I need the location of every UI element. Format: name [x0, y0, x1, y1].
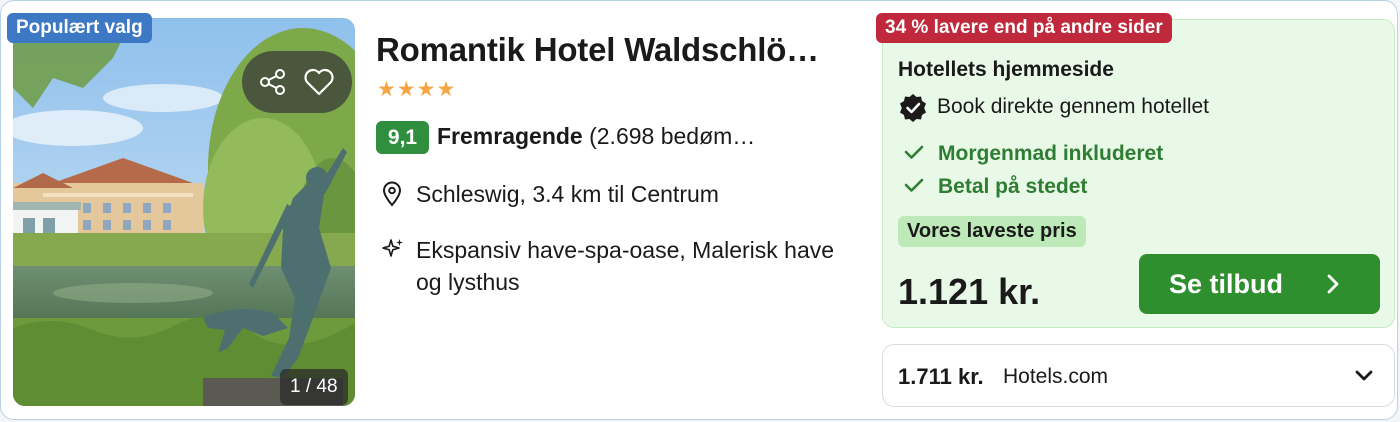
chevron-right-icon	[1322, 272, 1344, 301]
alternative-offer-row[interactable]: 1.711 kr. Hotels.com	[882, 344, 1395, 407]
feature-text: Ekspansiv have-spa-oase, Malerisk have o…	[416, 237, 835, 295]
share-icon[interactable]	[256, 65, 290, 99]
hotel-name[interactable]: Romantik Hotel Waldschlö…	[376, 31, 856, 69]
rating-summary: Fremragende (2.698 bedøm…	[437, 123, 755, 150]
offer-provider: Hotellets hjemmeside	[898, 58, 1114, 81]
see-offer-label: Se tilbud	[1169, 269, 1283, 299]
discount-badge: 34 % lavere end på andre sider	[876, 13, 1172, 43]
perk-breakfast: Morgenmad inkluderet	[904, 142, 1163, 166]
check-icon	[904, 175, 928, 199]
review-score: 9,1	[376, 121, 429, 154]
alternative-site: Hotels.com	[1003, 365, 1109, 388]
lowest-price-badge: Vores laveste pris	[898, 216, 1086, 247]
heart-icon[interactable]	[302, 65, 336, 99]
photo-actions	[242, 51, 352, 113]
check-icon	[904, 142, 928, 166]
chevron-down-icon[interactable]	[1353, 367, 1375, 390]
book-direct-text: Book direkte gennem hotellet	[937, 95, 1210, 118]
rating-label: Fremragende	[437, 123, 583, 149]
alternative-price: 1.711 kr.	[898, 364, 984, 389]
perk-label: Betal på stedet	[938, 175, 1088, 198]
map-pin-icon	[381, 181, 403, 212]
hotel-photo[interactable]: 1 / 48	[13, 18, 355, 406]
star-rating: ★★★★	[377, 78, 457, 101]
perk-pay-at-property: Betal på stedet	[904, 175, 1087, 199]
hotel-card[interactable]: 1 / 48 Populært valg Romantik Hotel Wald…	[0, 0, 1398, 420]
sparkle-icon	[381, 237, 405, 266]
perk-label: Morgenmad inkluderet	[938, 142, 1164, 165]
review-count: (2.698 bedøm…	[589, 123, 756, 149]
verified-badge-icon	[898, 93, 928, 128]
see-offer-button[interactable]: Se tilbud	[1139, 254, 1380, 314]
offer-price: 1.121 kr.	[898, 271, 1041, 312]
popular-badge: Populært valg	[7, 13, 152, 43]
photo-counter: 1 / 48	[280, 369, 348, 405]
location-text: Schleswig, 3.4 km til Centrum	[416, 181, 719, 207]
